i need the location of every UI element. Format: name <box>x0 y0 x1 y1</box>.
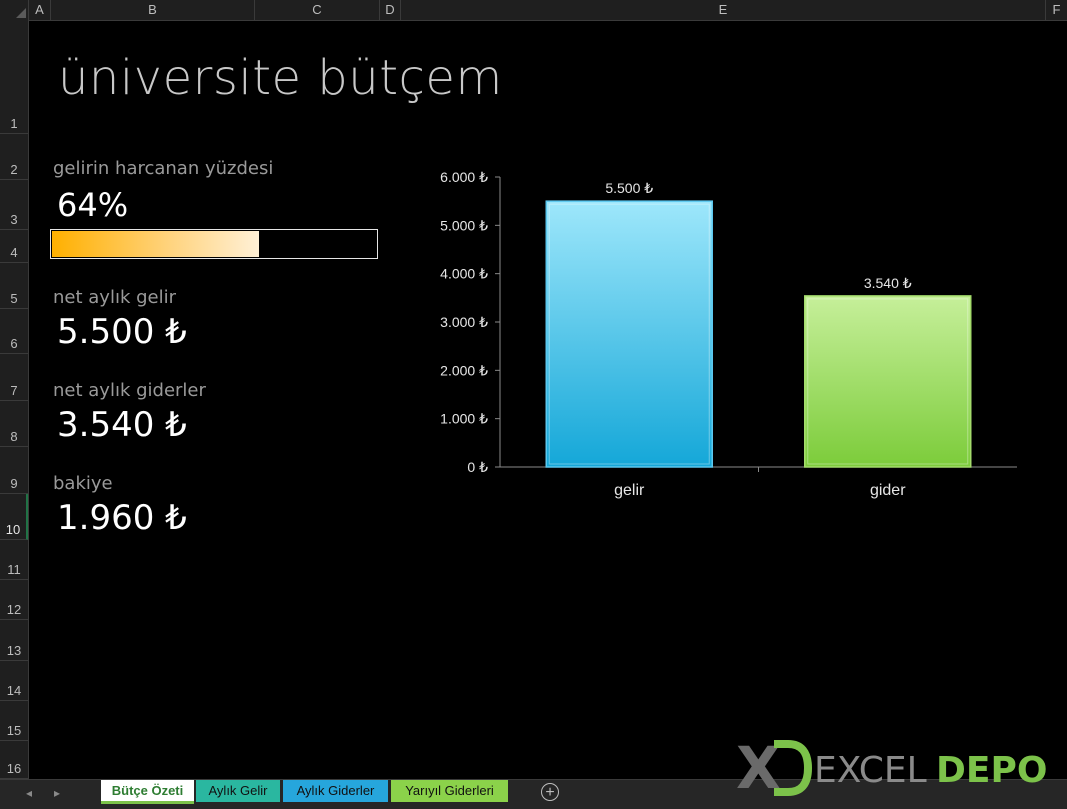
x-tick-label-gider: gider <box>870 482 906 499</box>
column-header-b[interactable]: B <box>51 0 255 20</box>
scroll-tabs-right-icon[interactable]: ▸ <box>54 786 60 800</box>
row-header-15[interactable]: 15 <box>0 701 28 741</box>
tab-butce-ozeti[interactable]: Bütçe Özeti <box>101 780 194 804</box>
page-title: üniversite bütçem <box>58 50 503 106</box>
scroll-tabs-left-icon[interactable]: ◂ <box>26 786 32 800</box>
row-header-8[interactable]: 8 <box>0 401 28 447</box>
spent-percent-label: gelirin harcanan yüzdesi <box>53 158 274 179</box>
logo-text-depo: DEPO <box>936 750 1047 791</box>
column-header-e[interactable]: E <box>401 0 1046 20</box>
spent-percent-value: 64% <box>57 186 129 224</box>
row-header-3[interactable]: 3 <box>0 180 28 230</box>
row-header-9[interactable]: 9 <box>0 447 28 494</box>
expenses-value: 3.540 ₺ <box>57 405 187 445</box>
tab-aylik-giderler[interactable]: Aylık Giderler <box>283 780 388 802</box>
spent-percent-bar-fill <box>52 231 259 257</box>
column-header-a[interactable]: A <box>29 0 51 20</box>
expenses-label: net aylık giderler <box>53 380 206 401</box>
income-value: 5.500 ₺ <box>57 312 187 352</box>
column-header-f[interactable]: F <box>1046 0 1067 20</box>
row-header-13[interactable]: 13 <box>0 620 28 661</box>
balance-label: bakiye <box>53 473 113 494</box>
column-header-d[interactable]: D <box>380 0 401 20</box>
bar-gider <box>804 295 972 468</box>
balance-value: 1.960 ₺ <box>57 498 187 538</box>
income-label: net aylık gelir <box>53 287 176 308</box>
row-header-16[interactable]: 16 <box>0 741 28 779</box>
row-header-2[interactable]: 2 <box>0 134 28 180</box>
row-header-4[interactable]: 4 <box>0 230 28 263</box>
row-header-14[interactable]: 14 <box>0 661 28 701</box>
column-header-bar: A B C D E F <box>0 0 1067 21</box>
column-header-c[interactable]: C <box>255 0 380 20</box>
row-header-bar: 1 2 3 4 5 6 7 8 9 10 11 12 13 14 15 16 <box>0 20 29 779</box>
row-header-6[interactable]: 6 <box>0 309 28 354</box>
row-header-5[interactable]: 5 <box>0 263 28 309</box>
select-all-triangle-icon <box>16 8 26 18</box>
data-label-gider: 3.540 ₺ <box>864 275 912 291</box>
logo-text-excel: EXCEL <box>814 750 927 791</box>
row-header-7[interactable]: 7 <box>0 354 28 401</box>
y-tick-label: 2.000 ₺ <box>440 362 488 378</box>
row-header-1[interactable]: 1 <box>0 20 28 134</box>
tab-yariyil-giderleri[interactable]: Yarıyıl Giderleri <box>391 780 508 802</box>
select-all-corner[interactable] <box>0 0 29 20</box>
x-tick-label-gelir: gelir <box>614 482 645 499</box>
exceldepo-logo: X EXCEL DEPO <box>736 738 1047 798</box>
y-tick-label: 0 ₺ <box>467 459 488 475</box>
y-tick-label: 1.000 ₺ <box>440 411 488 427</box>
data-label-gelir: 5.500 ₺ <box>605 180 653 196</box>
bar-gelir <box>545 200 713 468</box>
spent-percent-bar <box>50 229 378 259</box>
row-header-11[interactable]: 11 <box>0 540 28 580</box>
tab-aylik-gelir[interactable]: Aylık Gelir <box>196 780 280 802</box>
y-tick-label: 6.000 ₺ <box>440 169 488 185</box>
y-tick-label: 3.000 ₺ <box>440 314 488 330</box>
row-header-10[interactable]: 10 <box>0 494 28 540</box>
add-sheet-icon[interactable]: + <box>541 783 559 801</box>
y-tick-label: 4.000 ₺ <box>440 266 488 282</box>
income-expense-chart[interactable]: 0 ₺ 1.000 ₺ 2.000 ₺ 3.000 ₺ 4.000 ₺ 5.000 ₺ 6.… <box>420 160 1040 510</box>
row-header-12[interactable]: 12 <box>0 580 28 620</box>
y-tick-label: 5.000 ₺ <box>440 217 488 233</box>
